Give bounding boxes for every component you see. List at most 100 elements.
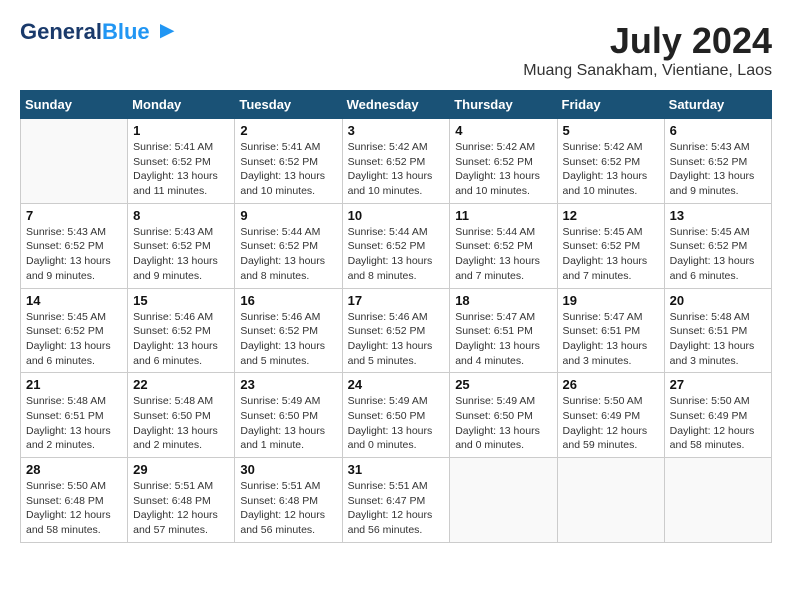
calendar-cell [450,458,557,543]
day-number: 10 [348,208,445,223]
calendar-cell: 3 Sunrise: 5:42 AMSunset: 6:52 PMDaylight… [342,119,450,204]
weekday-header-tuesday: Tuesday [235,91,342,119]
calendar-cell: 21 Sunrise: 5:48 AMSunset: 6:51 PMDayligh… [21,373,128,458]
calendar-week-1: 1Sunrise: 5:41 AMSunset: 6:52 PMDaylight… [21,119,772,204]
day-number: 8 [133,208,229,223]
calendar-cell: 26Sunrise: 5:50 AMSunset: 6:49 PMDayligh… [557,373,664,458]
title-block: July 2024 Muang Sanakham, Vientiane, Lao… [523,20,772,80]
day-info: Sunrise: 5:48 AMSunset: 6:51 PMDaylight:… [670,310,766,369]
day-info: Sunrise: 5:51 AMSunset: 6:48 PMDaylight:… [240,479,336,538]
day-info: Sunrise: 5:50 AMSunset: 6:49 PMDaylight:… [670,394,766,453]
calendar-cell: 23 Sunrise: 5:49 AMSunset: 6:50 PMDayligh… [235,373,342,458]
calendar-week-2: 7 Sunrise: 5:43 AMSunset: 6:52 PMDaylight… [21,203,772,288]
weekday-header-saturday: Saturday [664,91,771,119]
day-number: 20 [670,293,766,308]
day-info: Sunrise: 5:51 AMSunset: 6:47 PMDaylight:… [348,479,445,538]
calendar-cell: 13 Sunrise: 5:45 AMSunset: 6:52 PMDayligh… [664,203,771,288]
day-number: 27 [670,377,766,392]
day-info: Sunrise: 5:48 AMSunset: 6:51 PMDaylight:… [26,394,122,453]
weekday-header-wednesday: Wednesday [342,91,450,119]
calendar-cell: 19 Sunrise: 5:47 AMSunset: 6:51 PMDayligh… [557,288,664,373]
day-number: 23 [240,377,336,392]
day-info: Sunrise: 5:51 AMSunset: 6:48 PMDaylight:… [133,479,229,538]
day-info: Sunrise: 5:42 AMSunset: 6:52 PMDaylight:… [348,140,445,199]
page-header: GeneralBlue July 2024 Muang Sanakham, Vi… [20,20,772,80]
calendar-cell: 28 Sunrise: 5:50 AMSunset: 6:48 PMDayligh… [21,458,128,543]
calendar-cell: 31 Sunrise: 5:51 AMSunset: 6:47 PMDayligh… [342,458,450,543]
day-number: 6 [670,123,766,138]
day-info: Sunrise: 5:45 AMSunset: 6:52 PMDaylight:… [26,310,122,369]
day-info: Sunrise: 5:44 AMSunset: 6:52 PMDaylight:… [348,225,445,284]
calendar-cell: 10 Sunrise: 5:44 AMSunset: 6:52 PMDayligh… [342,203,450,288]
day-number: 31 [348,462,445,477]
logo: GeneralBlue [20,20,176,44]
day-number: 16 [240,293,336,308]
calendar-cell: 22 Sunrise: 5:48 AMSunset: 6:50 PMDayligh… [128,373,235,458]
day-number: 29 [133,462,229,477]
day-info: Sunrise: 5:47 AMSunset: 6:51 PMDaylight:… [455,310,551,369]
calendar-cell: 15 Sunrise: 5:46 AMSunset: 6:52 PMDayligh… [128,288,235,373]
day-number: 5 [563,123,659,138]
day-info: Sunrise: 5:49 AMSunset: 6:50 PMDaylight:… [348,394,445,453]
day-info: Sunrise: 5:43 AMSunset: 6:52 PMDaylight:… [133,225,229,284]
day-info: Sunrise: 5:49 AMSunset: 6:50 PMDaylight:… [240,394,336,453]
day-number: 15 [133,293,229,308]
day-number: 13 [670,208,766,223]
day-info: Sunrise: 5:45 AMSunset: 6:52 PMDaylight:… [563,225,659,284]
calendar-cell: 8 Sunrise: 5:43 AMSunset: 6:52 PMDaylight… [128,203,235,288]
day-number: 18 [455,293,551,308]
day-info: Sunrise: 5:50 AMSunset: 6:48 PMDaylight:… [26,479,122,538]
day-number: 4 [455,123,551,138]
day-number: 9 [240,208,336,223]
calendar-cell [557,458,664,543]
calendar-cell: 20 Sunrise: 5:48 AMSunset: 6:51 PMDayligh… [664,288,771,373]
day-info: Sunrise: 5:41 AMSunset: 6:52 PMDaylight:… [133,140,229,199]
day-number: 21 [26,377,122,392]
day-number: 19 [563,293,659,308]
calendar-cell: 18 Sunrise: 5:47 AMSunset: 6:51 PMDayligh… [450,288,557,373]
day-info: Sunrise: 5:43 AMSunset: 6:52 PMDaylight:… [26,225,122,284]
calendar-cell [21,119,128,204]
day-number: 26 [563,377,659,392]
day-info: Sunrise: 5:48 AMSunset: 6:50 PMDaylight:… [133,394,229,453]
day-number: 7 [26,208,122,223]
calendar-cell: 9Sunrise: 5:44 AMSunset: 6:52 PMDaylight… [235,203,342,288]
calendar-header-row: SundayMondayTuesdayWednesdayThursdayFrid… [21,91,772,119]
logo-icon [152,20,176,44]
day-number: 25 [455,377,551,392]
day-number: 2 [240,123,336,138]
day-info: Sunrise: 5:43 AMSunset: 6:52 PMDaylight:… [670,140,766,199]
day-number: 22 [133,377,229,392]
calendar-cell: 29 Sunrise: 5:51 AMSunset: 6:48 PMDayligh… [128,458,235,543]
calendar-cell: 14 Sunrise: 5:45 AMSunset: 6:52 PMDayligh… [21,288,128,373]
calendar-cell: 5Sunrise: 5:42 AMSunset: 6:52 PMDaylight… [557,119,664,204]
day-number: 28 [26,462,122,477]
day-info: Sunrise: 5:47 AMSunset: 6:51 PMDaylight:… [563,310,659,369]
calendar-cell: 1Sunrise: 5:41 AMSunset: 6:52 PMDaylight… [128,119,235,204]
day-number: 3 [348,123,445,138]
day-info: Sunrise: 5:44 AMSunset: 6:52 PMDaylight:… [455,225,551,284]
calendar-cell: 7 Sunrise: 5:43 AMSunset: 6:52 PMDaylight… [21,203,128,288]
calendar-week-3: 14 Sunrise: 5:45 AMSunset: 6:52 PMDayligh… [21,288,772,373]
calendar-cell: 27 Sunrise: 5:50 AMSunset: 6:49 PMDayligh… [664,373,771,458]
calendar-week-5: 28 Sunrise: 5:50 AMSunset: 6:48 PMDayligh… [21,458,772,543]
day-number: 17 [348,293,445,308]
calendar-cell: 2Sunrise: 5:41 AMSunset: 6:52 PMDaylight… [235,119,342,204]
calendar-body: 1Sunrise: 5:41 AMSunset: 6:52 PMDaylight… [21,119,772,543]
calendar-cell: 6 Sunrise: 5:43 AMSunset: 6:52 PMDaylight… [664,119,771,204]
weekday-header-friday: Friday [557,91,664,119]
day-info: Sunrise: 5:49 AMSunset: 6:50 PMDaylight:… [455,394,551,453]
calendar-table: SundayMondayTuesdayWednesdayThursdayFrid… [20,90,772,543]
calendar-cell: 4 Sunrise: 5:42 AMSunset: 6:52 PMDaylight… [450,119,557,204]
calendar-cell: 25 Sunrise: 5:49 AMSunset: 6:50 PMDayligh… [450,373,557,458]
calendar-cell: 16Sunrise: 5:46 AMSunset: 6:52 PMDayligh… [235,288,342,373]
calendar-cell [664,458,771,543]
calendar-cell: 30Sunrise: 5:51 AMSunset: 6:48 PMDayligh… [235,458,342,543]
calendar-cell: 17Sunrise: 5:46 AMSunset: 6:52 PMDayligh… [342,288,450,373]
month-title: July 2024 [523,20,772,62]
day-info: Sunrise: 5:46 AMSunset: 6:52 PMDaylight:… [133,310,229,369]
calendar-week-4: 21 Sunrise: 5:48 AMSunset: 6:51 PMDayligh… [21,373,772,458]
day-info: Sunrise: 5:42 AMSunset: 6:52 PMDaylight:… [455,140,551,199]
day-info: Sunrise: 5:45 AMSunset: 6:52 PMDaylight:… [670,225,766,284]
day-number: 14 [26,293,122,308]
